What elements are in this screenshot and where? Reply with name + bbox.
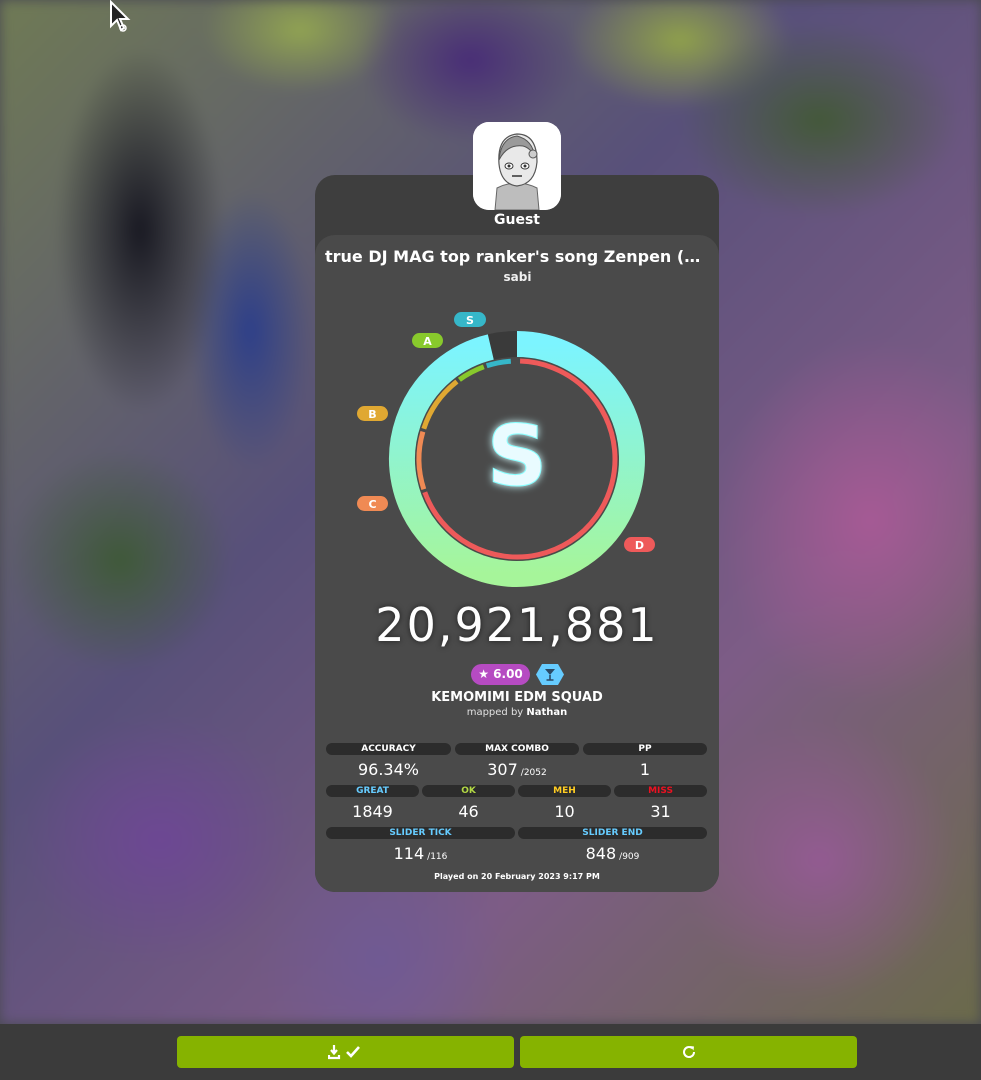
retry-icon <box>682 1046 695 1058</box>
mod-badge[interactable] <box>536 664 564 685</box>
grade-segment-s <box>485 358 512 369</box>
svg-text:S: S <box>466 314 474 327</box>
difficulty-badges: ★ 6.00 <box>471 664 564 686</box>
grade-letter: S <box>487 407 548 505</box>
played-date: Played on 20 February 2023 9:17 PM <box>434 872 600 881</box>
grade-label-c: C <box>357 496 388 511</box>
accuracy-ring: S S A B C D <box>357 312 655 587</box>
svg-text:D: D <box>635 539 644 552</box>
grade-label-d: D <box>624 537 655 552</box>
svg-text:C: C <box>368 498 376 511</box>
grade-segment-c <box>416 430 427 491</box>
stat-pp: PP 1 <box>583 743 707 779</box>
stat-ok: OK 46 <box>422 785 515 821</box>
difficulty-name: KEMOMIMI EDM SQUAD <box>431 690 603 705</box>
song-title: true DJ MAG top ranker's song Zenpen (ka… <box>325 247 710 266</box>
stat-miss: MISS 31 <box>614 785 707 821</box>
grade-label-s: S <box>454 312 486 327</box>
download-check-icon <box>327 1045 360 1060</box>
save-replay-button[interactable] <box>177 1036 514 1068</box>
svg-text:B: B <box>368 408 376 421</box>
stat-max-combo: MAX COMBO 307/2052 <box>455 743 579 779</box>
mapper-name[interactable]: Nathan <box>526 707 567 718</box>
star-rating-badge: ★ 6.00 <box>471 664 530 685</box>
stat-accuracy: ACCURACY 96.34% <box>326 743 451 779</box>
stat-slider-tick: SLIDER TICK 114/116 <box>326 827 515 863</box>
total-score: 20,921,881 <box>375 598 659 652</box>
cocktail-mod-icon <box>536 664 564 685</box>
stat-meh: MEH 10 <box>518 785 611 821</box>
grade-label-b: B <box>357 406 388 421</box>
stat-great: GREAT 1849 <box>326 785 419 821</box>
retry-button[interactable] <box>520 1036 857 1068</box>
svg-text:A: A <box>423 335 432 348</box>
mapper-line: mapped by Nathan <box>466 707 568 718</box>
grade-label-a: A <box>412 333 443 348</box>
username[interactable]: Guest <box>473 212 561 228</box>
avatar[interactable] <box>473 122 561 210</box>
mouse-cursor-icon <box>110 0 131 32</box>
stat-slider-end: SLIDER END 848/909 <box>518 827 707 863</box>
song-artist: sabi <box>503 270 532 284</box>
star-icon: ★ <box>478 667 489 681</box>
avatar-image <box>473 122 561 210</box>
